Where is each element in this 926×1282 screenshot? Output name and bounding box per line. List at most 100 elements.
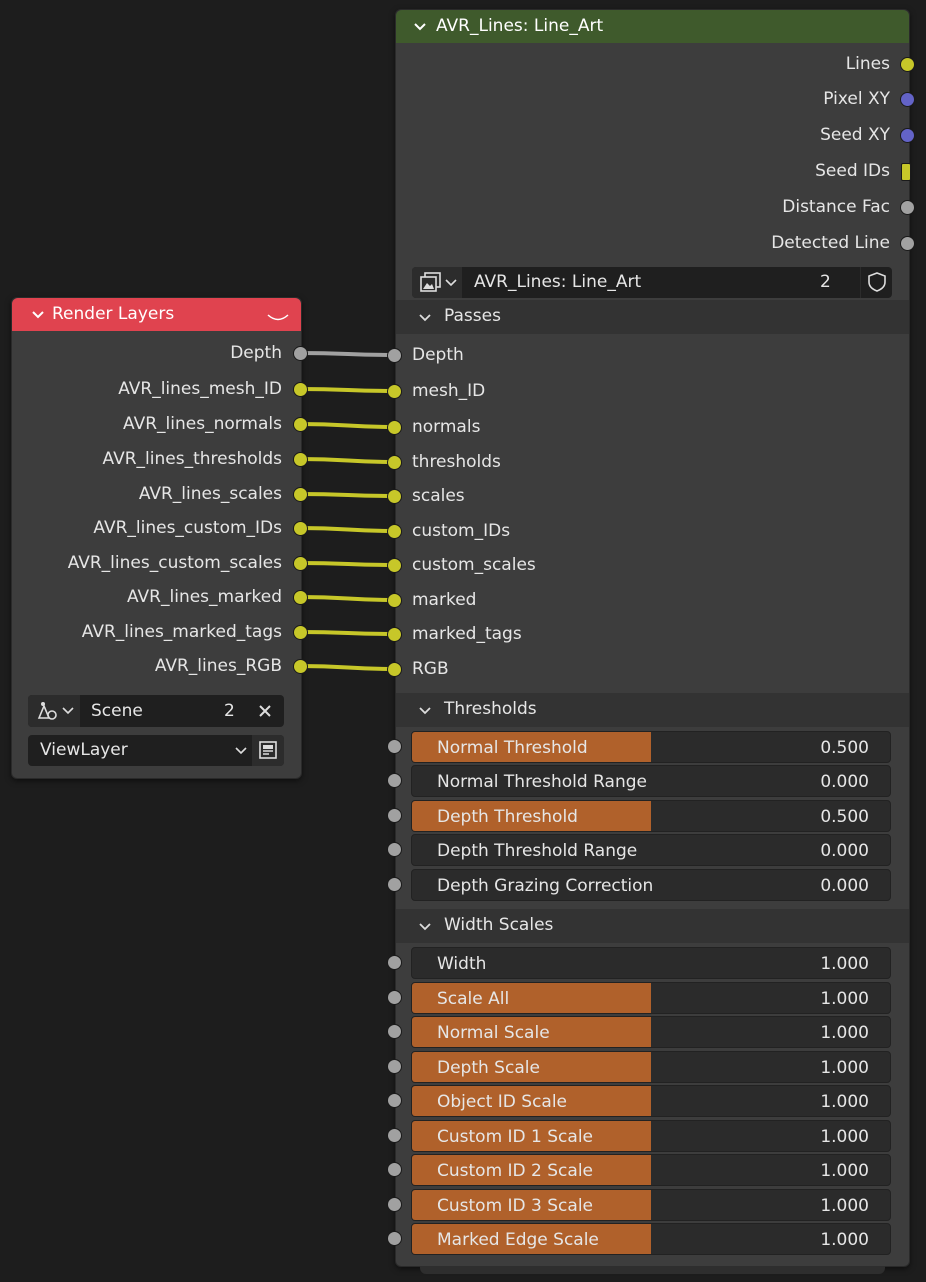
scene-browse-button[interactable] [28,695,80,727]
value-slider[interactable]: Custom ID 3 Scale 1.000 [411,1189,891,1221]
output-socket-label: Seed XY [820,125,890,145]
render-layers-header[interactable]: Render Layers [12,298,301,331]
output-socket-label: AVR_lines_thresholds [102,449,282,469]
chevron-down-icon [445,279,457,287]
output-socket[interactable] [293,556,308,571]
value-slider[interactable]: Normal Scale 1.000 [411,1016,891,1048]
input-socket[interactable] [387,420,402,435]
node-tree-name[interactable]: AVR_Lines: Line_Art [474,272,641,292]
link-5[interactable] [299,526,397,533]
scene-user-count: 2 [224,701,235,721]
input-socket[interactable] [387,773,402,788]
output-socket[interactable] [293,590,308,605]
panel-thresholds[interactable]: Thresholds [396,693,909,727]
output-socket[interactable] [900,57,915,72]
link-3[interactable] [299,457,397,464]
slider-value: 1.000 [820,1127,869,1147]
chevron-down-icon [419,923,431,931]
input-socket[interactable] [387,990,402,1005]
scene-selector[interactable]: Scene 2 [28,695,284,727]
input-socket[interactable] [387,384,402,399]
link-9[interactable] [299,664,397,671]
scene-name[interactable]: Scene [91,701,143,721]
output-socket[interactable] [293,487,308,502]
value-slider[interactable]: Normal Threshold 0.500 [411,731,891,763]
input-socket[interactable] [387,662,402,677]
input-socket[interactable] [387,1024,402,1039]
link-6[interactable] [299,561,397,567]
link-2[interactable] [299,422,397,429]
input-socket[interactable] [387,524,402,539]
slider-label: Normal Threshold Range [437,772,647,792]
value-slider[interactable]: Normal Threshold Range 0.000 [411,765,891,797]
panel-width-scales[interactable]: Width Scales [396,909,909,943]
output-socket[interactable] [293,625,308,640]
fake-user-button[interactable] [860,267,893,298]
shield-icon [868,272,886,292]
node-tree-browse-button[interactable] [412,267,462,298]
input-socket[interactable] [387,877,402,892]
view-layer-select[interactable]: ViewLayer [28,735,284,766]
input-socket[interactable] [387,593,402,608]
output-socket[interactable] [293,659,308,674]
render-layer-button[interactable] [252,735,284,766]
input-socket[interactable] [387,455,402,470]
value-slider[interactable]: Scale All 1.000 [411,982,891,1014]
node-tree-selector[interactable]: AVR_Lines: Line_Art 2 [412,267,892,298]
hide-sockets-icon[interactable] [266,312,290,324]
input-socket[interactable] [387,1128,402,1143]
slider-label: Object ID Scale [437,1092,568,1112]
link-1[interactable] [299,387,397,393]
input-socket[interactable] [387,348,402,363]
render-layers-node[interactable]: Render Layers Depth AVR_lines_mesh_ID AVR_… [11,297,308,779]
output-socket[interactable] [293,417,308,432]
value-slider[interactable]: Width 1.000 [411,947,891,979]
node-title: AVR_Lines: Line_Art [436,16,604,36]
input-socket[interactable] [387,808,402,823]
output-socket[interactable] [293,521,308,536]
render-layers-icon [259,741,277,759]
input-socket[interactable] [387,558,402,573]
link-7[interactable] [299,595,397,602]
input-socket[interactable] [387,489,402,504]
input-socket[interactable] [387,739,402,754]
value-slider[interactable]: Object ID Scale 1.000 [411,1085,891,1117]
value-slider[interactable]: Depth Scale 1.000 [411,1051,891,1083]
link-0[interactable] [299,351,397,357]
input-socket[interactable] [387,1162,402,1177]
value-slider[interactable]: Depth Threshold 0.500 [411,800,891,832]
output-socket[interactable] [293,382,308,397]
chevron-down-icon[interactable] [31,310,45,320]
value-slider[interactable]: Custom ID 2 Scale 1.000 [411,1154,891,1186]
value-slider[interactable]: Custom ID 1 Scale 1.000 [411,1120,891,1152]
input-socket[interactable] [387,1231,402,1246]
input-socket-label: custom_IDs [412,521,511,541]
output-socket[interactable] [900,236,915,251]
chevron-down-icon[interactable] [413,22,427,32]
input-socket[interactable] [387,1197,402,1212]
input-socket[interactable] [387,1093,402,1108]
value-slider[interactable]: Depth Threshold Range 0.000 [411,834,891,866]
close-icon[interactable] [258,704,272,718]
output-socket-label: Lines [845,54,890,74]
group-node-header[interactable]: AVR_Lines: Line_Art [396,10,909,43]
output-socket[interactable] [901,163,911,181]
link-4[interactable] [299,492,397,498]
node-tree-user-count: 2 [820,272,831,292]
output-socket[interactable] [293,346,308,361]
output-socket[interactable] [293,452,308,467]
output-socket-label: Seed IDs [815,161,890,181]
value-slider[interactable]: Depth Grazing Correction 0.000 [411,869,891,901]
input-socket[interactable] [387,627,402,642]
link-8[interactable] [299,630,397,636]
input-socket[interactable] [387,955,402,970]
input-socket[interactable] [387,1059,402,1074]
output-socket[interactable] [900,92,915,107]
slider-label: Depth Threshold Range [437,841,638,861]
output-socket[interactable] [900,128,915,143]
input-socket[interactable] [387,842,402,857]
output-socket[interactable] [900,200,915,215]
value-slider[interactable]: Marked Edge Scale 1.000 [411,1223,891,1255]
scene-icon [37,702,57,720]
panel-passes[interactable]: Passes [396,300,909,334]
